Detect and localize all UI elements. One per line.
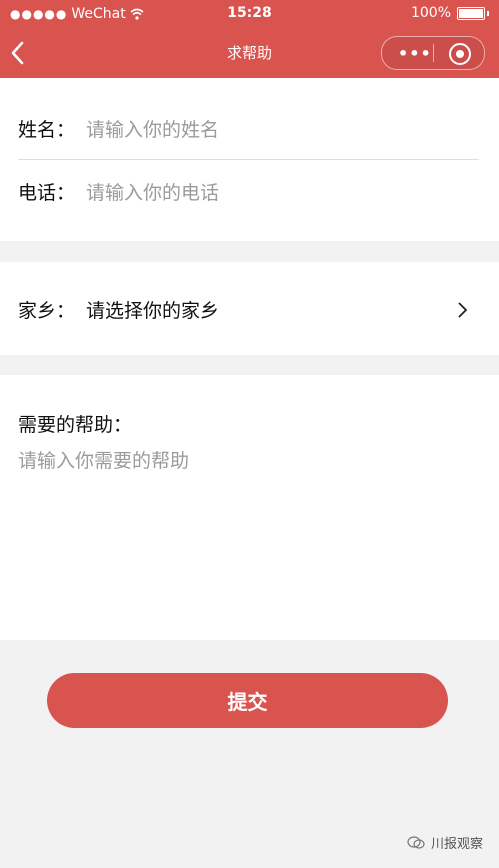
watermark-text: 川报观察 [430, 837, 483, 852]
battery-icon [457, 6, 485, 20]
wechat-icon [407, 835, 425, 849]
phone-input[interactable]: 请输入你的电话 [86, 178, 219, 205]
phone-field[interactable]: 电话： 请输入你的电话 [18, 178, 479, 205]
contact-card: 姓名： 请输入你的姓名 电话： 请输入你的电话 [0, 78, 499, 241]
hometown-field[interactable]: 家乡： 请选择你的家乡 [18, 296, 479, 323]
help-textarea[interactable]: 请输入你需要的帮助 [18, 446, 189, 473]
more-menu-icon[interactable]: ••• [398, 44, 432, 63]
name-label: 姓名： [18, 119, 76, 141]
hometown-label: 家乡： [18, 300, 76, 322]
close-miniprogram-icon[interactable] [449, 43, 471, 65]
status-right: 100% [411, 5, 489, 21]
nav-bar: 求帮助 ••• [0, 28, 499, 78]
miniprogram-capsule: ••• [381, 36, 485, 70]
chevron-right-icon [458, 302, 468, 318]
battery-percent: 100% [410, 5, 451, 21]
hometown-picker[interactable]: 请选择你的家乡 [86, 296, 219, 323]
divider [18, 159, 479, 160]
name-input[interactable]: 请输入你的姓名 [86, 115, 219, 142]
help-label: 需要的帮助： [18, 414, 133, 436]
status-bar: ●●●●● WeChat 15:28 100% [0, 0, 499, 28]
phone-label: 电话： [18, 182, 76, 204]
battery-cap [487, 10, 489, 16]
submit-button[interactable]: 提交 [47, 673, 448, 728]
watermark: 川报观察 [407, 833, 483, 852]
capsule-divider [433, 44, 434, 62]
name-field[interactable]: 姓名： 请输入你的姓名 [18, 115, 479, 142]
hometown-card[interactable]: 家乡： 请选择你的家乡 [0, 262, 499, 355]
